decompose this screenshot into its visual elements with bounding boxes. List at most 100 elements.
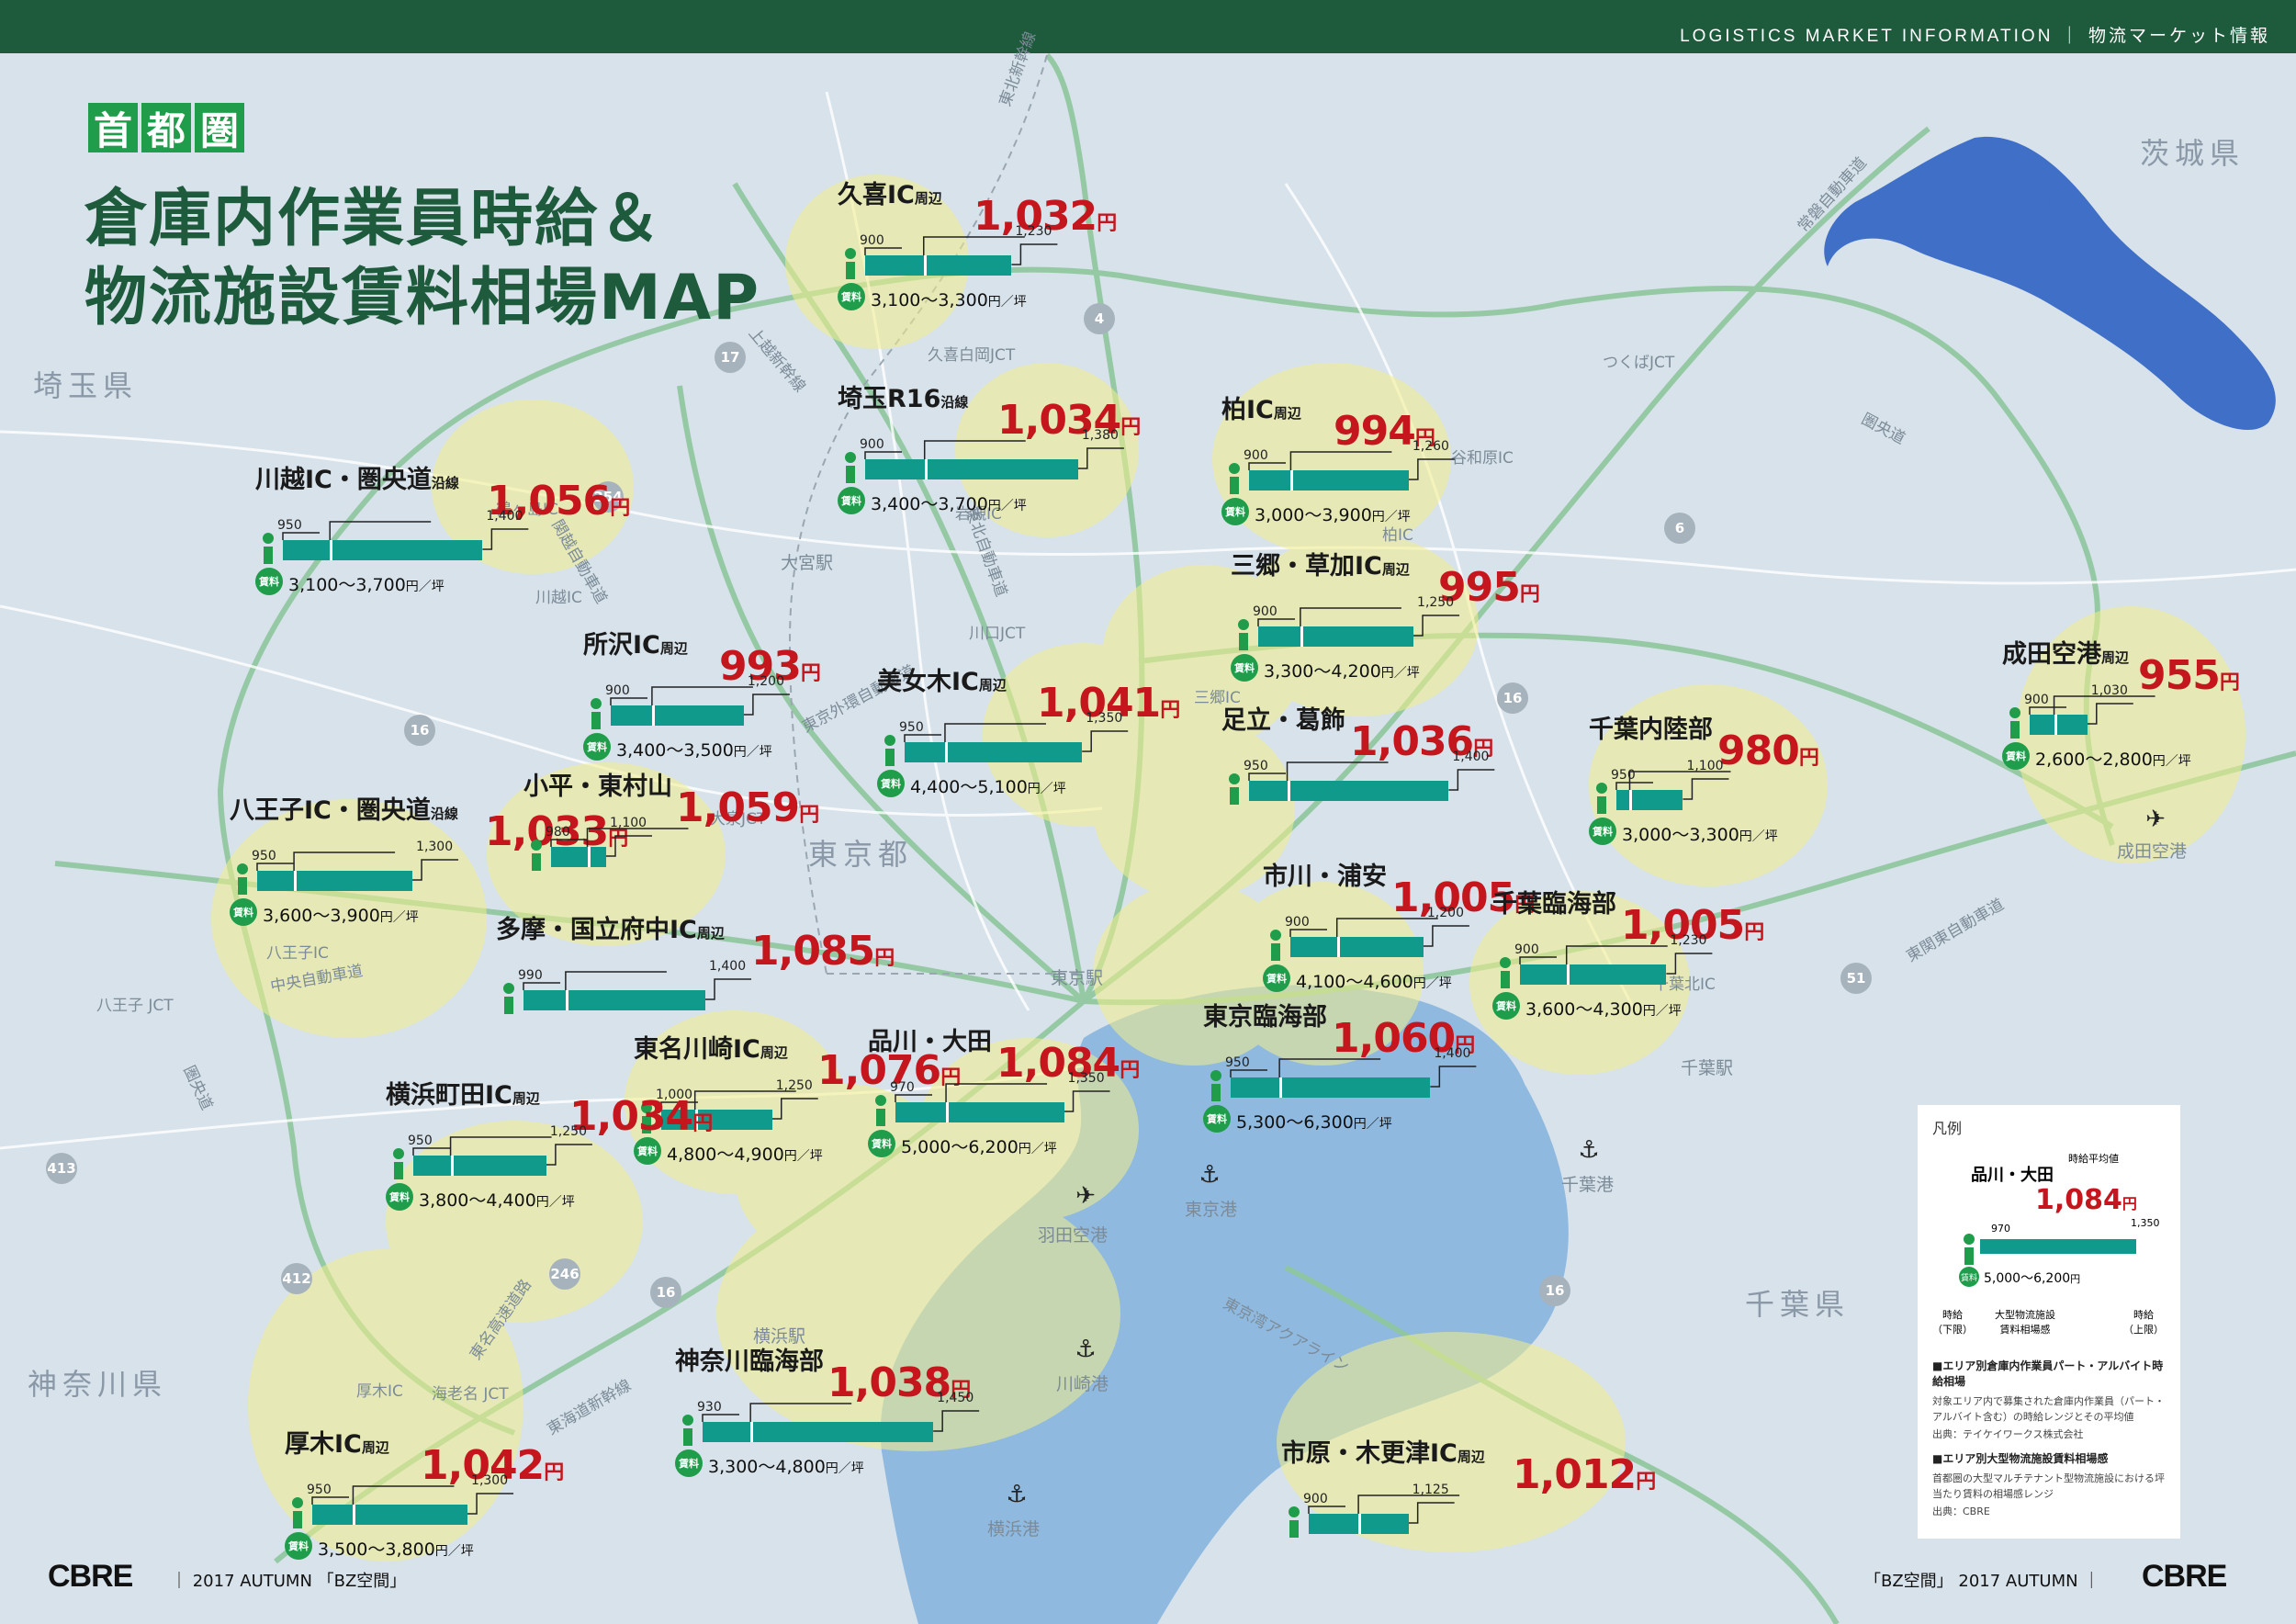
legend: 凡例 品川・大田 時給平均値 1,084円 970 1,350 賃料 5,000… <box>1918 1105 2180 1539</box>
area-wage-unit: 円 <box>1160 699 1180 722</box>
area-rent-value: 3,600～4,300 <box>1525 999 1643 1020</box>
rent-badge-icon: 賃料 <box>1203 1105 1231 1133</box>
place-label: つくばJCT <box>1603 354 1675 372</box>
area-wage: 1,059円 <box>676 784 819 831</box>
place-label: 久喜白岡JCT <box>928 346 1016 365</box>
place-label: 八王子IC <box>266 944 329 963</box>
area-rent: 3,100～3,300円／坪 <box>871 287 1027 311</box>
area-name: 柏IC周辺 <box>1221 389 1301 425</box>
place-label: 大宮駅 <box>781 553 834 573</box>
area-rent-unit: 円／坪 <box>1739 829 1778 844</box>
rent-badge-icon: 賃料 <box>285 1532 312 1560</box>
cbre-logo-left: CBRE <box>48 1559 133 1594</box>
place-label: 川口JCT <box>969 625 1026 643</box>
area-name-suffix: 周辺 <box>1457 1449 1485 1465</box>
area-name: 多摩・国立府中IC周辺 <box>496 909 725 945</box>
area-wage-hi: 1,230 <box>1670 933 1707 948</box>
place-label: 千葉港 <box>1561 1175 1615 1195</box>
worker-pin-icon <box>682 1415 693 1446</box>
route-marker: 16 <box>1539 1275 1570 1306</box>
area-name-suffix: 沿線 <box>940 394 969 411</box>
wage-range-bar <box>257 871 413 891</box>
wage-avg-tick <box>353 1505 356 1525</box>
anchor-icon: ⚓ <box>1006 1481 1028 1508</box>
area-rent: 3,300～4,800円／坪 <box>708 1453 864 1478</box>
area-rent-unit: 円／坪 <box>825 1461 864 1476</box>
worker-pin-icon <box>503 983 514 1014</box>
wage-range-bar <box>312 1505 468 1525</box>
area-rent-unit: 円／坪 <box>783 1149 823 1164</box>
worker-pin-icon <box>1238 619 1249 650</box>
anchor-icon: ⚓ <box>1199 1161 1221 1189</box>
area-rent: 3,600～4,300円／坪 <box>1525 996 1682 1021</box>
worker-pin-icon <box>2009 707 2020 739</box>
worker-pin-icon <box>263 533 274 564</box>
area-wage-lo: 950 <box>1611 768 1636 783</box>
area-name: 千葉内陸部 <box>1589 709 1713 745</box>
area-name-suffix: 周辺 <box>1381 561 1410 578</box>
footer-text-right: 「BZ空間」 2017 AUTUMN ｜ <box>1864 1572 2100 1591</box>
area-wage-lo: 900 <box>1303 1492 1328 1506</box>
legend-heading-rent: ■エリア別大型物流施設賃料相場感 <box>1932 1452 2109 1465</box>
legend-sample-hi: 1,350 <box>2131 1217 2160 1229</box>
title-line-2: 物流施設賃料相場MAP <box>84 262 761 334</box>
prefecture-label: 埼玉県 <box>33 368 139 403</box>
area-rent-unit: 円／坪 <box>1371 510 1411 524</box>
area-wage-hi: 1,300 <box>416 840 454 854</box>
route-marker: 413 <box>46 1153 77 1184</box>
area-wage-unit: 円 <box>692 1112 713 1135</box>
route-marker: 51 <box>1840 963 1872 994</box>
area-wage: 980円 <box>1717 727 1819 774</box>
area-wage-lo: 900 <box>1514 942 1539 957</box>
rent-badge-icon: 賃料 <box>838 283 865 310</box>
area-wage-unit: 円 <box>544 1461 564 1484</box>
rent-badge-icon: 賃料 <box>634 1137 661 1165</box>
area-leader-lines <box>1289 918 1469 947</box>
legend-desc-wage: 対象エリア内で募集された倉庫内作業員（パート・アルバイト含む）の時給レンジとその… <box>1932 1395 2165 1423</box>
area-leader-lines <box>1230 1058 1477 1088</box>
prefecture-label: 東京都 <box>808 837 914 872</box>
area-wage-hi: 1,380 <box>1081 428 1119 443</box>
area-leader-lines <box>1248 761 1495 791</box>
area-wage-value: 1,085 <box>751 928 875 975</box>
area-name-text: 多摩・国立府中IC <box>496 916 697 944</box>
area-wage-hi: 1,400 <box>1452 750 1490 764</box>
area-name-text: 埼玉R16 <box>838 385 941 413</box>
area-leader-lines <box>1308 1494 1460 1524</box>
area-name-text: 市川・浦安 <box>1263 863 1387 891</box>
area-leader-lines <box>1519 945 1713 975</box>
area-name: 市原・木更津IC周辺 <box>1281 1433 1485 1469</box>
area-name-text: 成田空港 <box>2002 640 2101 669</box>
area-rent: 3,000～3,900円／坪 <box>1255 502 1411 526</box>
area-wage-lo: 950 <box>252 849 276 863</box>
wage-avg-tick <box>924 459 928 479</box>
area-name-text: 小平・東村山 <box>523 773 672 801</box>
area-rent-unit: 円／坪 <box>1018 1142 1057 1156</box>
area-wage-unit: 円 <box>1120 1059 1140 1082</box>
area-rent-value: 3,000～3,300 <box>1622 825 1739 845</box>
area-wage-unit: 円 <box>1636 1471 1656 1494</box>
area-name-text: 品川・大田 <box>868 1028 992 1056</box>
worker-pin-icon <box>393 1148 404 1179</box>
area-rent: 4,100～4,600円／坪 <box>1296 968 1452 993</box>
area-name-text: 足立・葛飾 <box>1221 706 1345 735</box>
area-name-text: 市原・木更津IC <box>1281 1439 1458 1468</box>
worker-pin-icon <box>1229 463 1240 494</box>
place-label: 横浜港 <box>987 1519 1041 1539</box>
wage-avg-tick <box>750 1422 754 1442</box>
title-line-1: 倉庫内作業員時給＆ <box>84 183 664 255</box>
prefecture-label: 茨城県 <box>2140 136 2245 171</box>
legend-bar <box>1980 1239 2136 1254</box>
area-leader-lines <box>412 1136 592 1166</box>
area-wage-unit: 円 <box>1519 583 1540 606</box>
area-name-text: 千葉臨海部 <box>1492 890 1616 919</box>
area-rent-unit: 円／坪 <box>535 1195 575 1210</box>
wage-avg-tick <box>1279 1077 1283 1098</box>
area-name: 三郷・草加IC周辺 <box>1231 546 1410 581</box>
area-name-suffix: 周辺 <box>361 1439 389 1456</box>
area-leader-lines <box>256 851 459 881</box>
area-rent-value: 4,400～5,100 <box>910 777 1028 797</box>
area-wage-unit: 円 <box>940 1066 961 1089</box>
area-wage-hi: 1,400 <box>486 509 523 524</box>
area-wage-unit: 円 <box>1120 416 1141 439</box>
